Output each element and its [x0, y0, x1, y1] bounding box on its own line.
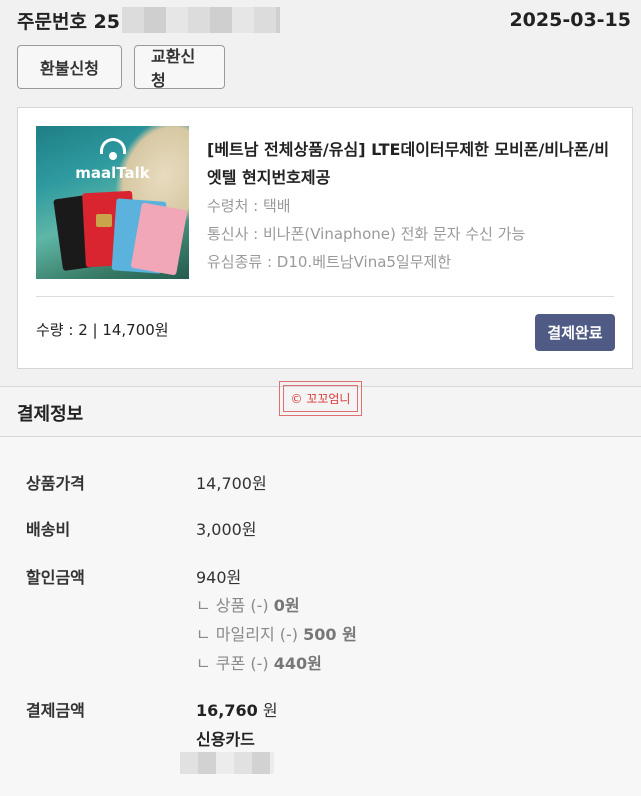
product-info: [베트남 전체상품/유심] LTE데이터무제한 모비폰/비나폰/비엣텔 현지번호…	[207, 136, 617, 276]
total-label: 결제금액	[26, 701, 85, 720]
product-brand-logo: maalTalk	[75, 164, 150, 182]
sim-chip-icon	[96, 214, 112, 227]
refund-request-button[interactable]: 환불신청	[17, 45, 122, 89]
discount-product-amount: 0원	[273, 596, 300, 615]
order-date: 2025-03-15	[509, 9, 631, 31]
product-title[interactable]: [베트남 전체상품/유심] LTE데이터무제한 모비폰/비나폰/비엣텔 현지번호…	[207, 136, 617, 192]
product-receive-option: 수령처 : 택배	[207, 197, 291, 215]
product-quantity-price: 수량 : 2 | 14,700원	[36, 321, 169, 339]
product-thumbnail[interactable]: maalTalk	[36, 126, 189, 279]
discount-mileage-label: ㄴ 마일리지 (-)	[196, 625, 304, 644]
total-value: 16,760 원	[196, 697, 278, 721]
payment-info-body	[0, 437, 641, 796]
watermark: © 꼬꼬엄니	[279, 381, 362, 416]
sim-card-image	[130, 202, 188, 276]
order-number-label: 주문번호 25	[17, 10, 120, 33]
wifi-dot-icon	[109, 152, 117, 160]
product-carrier-option: 통신사 : 비나폰(Vinaphone) 전화 문자 수신 가능	[207, 225, 526, 243]
section-title: 결제정보	[17, 404, 84, 425]
price-label: 상품가격	[26, 474, 85, 493]
discount-label: 할인금액	[26, 568, 85, 587]
order-header: 주문번호 25 2025-03-15	[17, 6, 631, 34]
payment-method: 신용카드	[196, 730, 255, 749]
divider	[36, 296, 614, 297]
discount-coupon-label: ㄴ 쿠폰 (-)	[196, 654, 274, 673]
discount-mileage-amount: 500 원	[303, 625, 357, 644]
discount-value: 940원	[196, 568, 242, 587]
price-value: 14,700원	[196, 474, 267, 493]
shipping-value: 3,000원	[196, 520, 257, 539]
total-unit: 원	[257, 701, 278, 720]
total-amount: 16,760	[196, 701, 258, 720]
product-sim-type-option: 유심종류 : D10.베트남Vina5일무제한	[207, 253, 452, 271]
watermark-text: © 꼬꼬엄니	[283, 385, 358, 412]
order-number-redaction	[121, 7, 280, 33]
discount-product-label: ㄴ 상품 (-)	[196, 596, 274, 615]
product-card: maalTalk [베트남 전체상품/유심] LTE데이터무제한 모비폰/비나폰…	[17, 107, 633, 369]
card-info-redaction	[180, 752, 274, 774]
payment-status-badge: 결제완료	[535, 314, 615, 351]
order-number: 주문번호 25	[17, 7, 280, 34]
discount-product-line: ㄴ 상품 (-) 0원	[196, 592, 300, 616]
shipping-label: 배송비	[26, 520, 71, 539]
discount-coupon-line: ㄴ 쿠폰 (-) 440원	[196, 650, 322, 674]
discount-coupon-amount: 440원	[273, 654, 322, 673]
discount-mileage-line: ㄴ 마일리지 (-) 500 원	[196, 621, 357, 645]
order-actions: 환불신청 교환신청	[17, 45, 225, 90]
exchange-request-button[interactable]: 교환신청	[134, 45, 225, 90]
